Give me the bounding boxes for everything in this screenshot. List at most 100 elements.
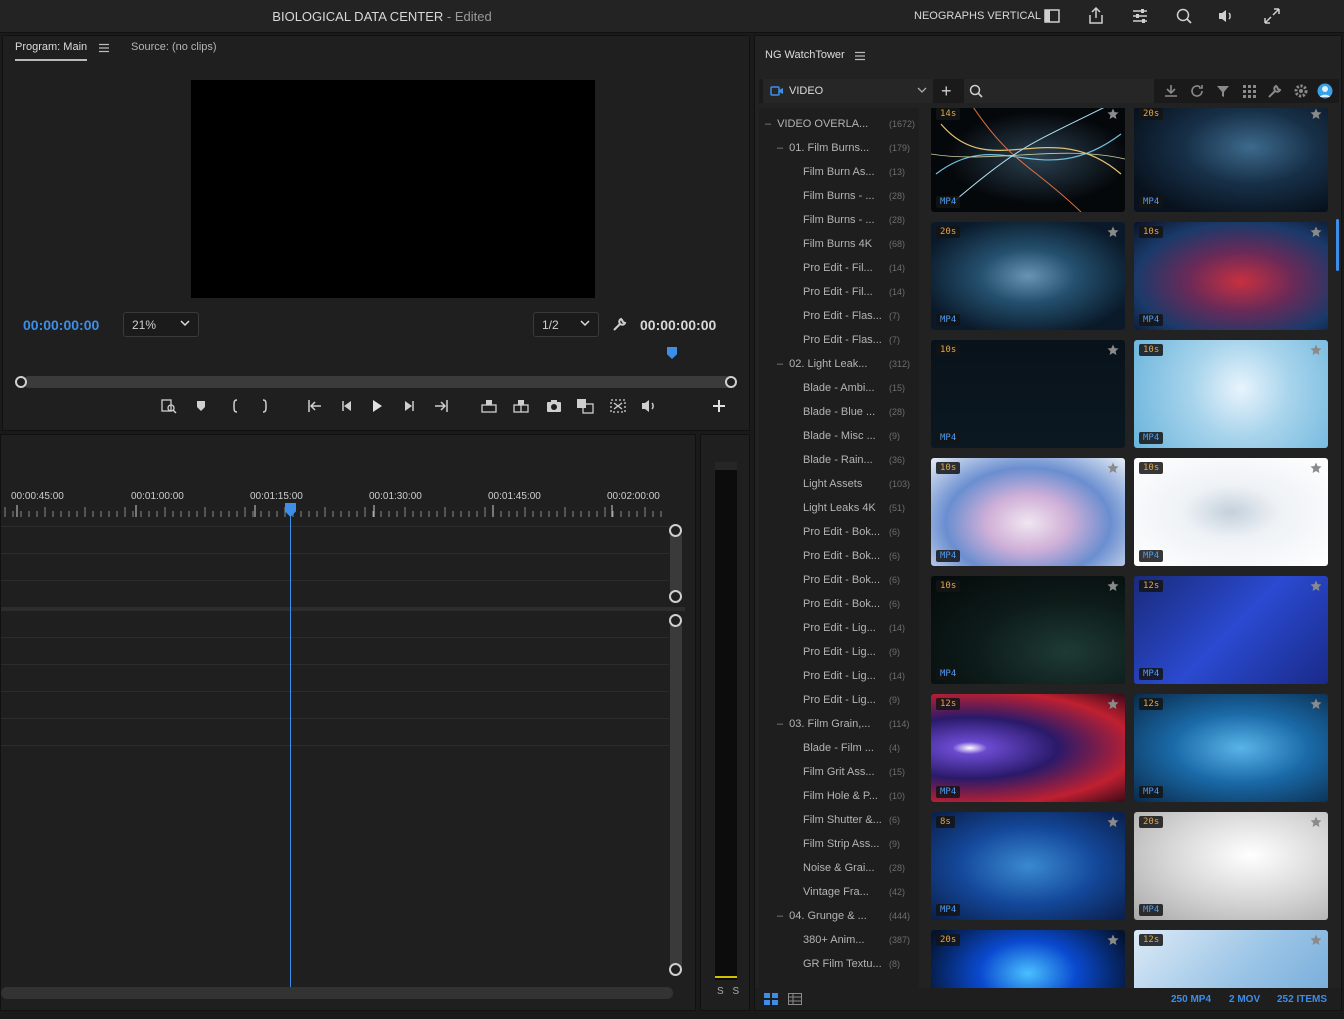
search-help-icon[interactable] <box>1174 6 1194 26</box>
add-marker-icon[interactable] <box>191 396 211 416</box>
favorite-star-icon[interactable] <box>1107 816 1119 828</box>
tree-item[interactable]: –01. Film Burns... (179) <box>777 142 917 166</box>
collapse-icon[interactable]: – <box>765 118 771 130</box>
tree-item[interactable]: Film Burns 4K (68) <box>803 238 917 262</box>
tree-item[interactable]: Pro Edit - Fil... (14) <box>803 262 917 286</box>
collapse-icon[interactable]: – <box>777 910 783 922</box>
wrench-icon[interactable] <box>1267 83 1283 99</box>
favorite-star-icon[interactable] <box>1107 108 1119 120</box>
user-avatar-icon[interactable] <box>1317 83 1333 99</box>
playhead-marker[interactable] <box>667 347 677 359</box>
tree-item[interactable]: Blade - Ambi... (15) <box>803 382 917 406</box>
favorite-star-icon[interactable] <box>1310 580 1322 592</box>
tree-item[interactable]: Film Burns - ... (28) <box>803 214 917 238</box>
audio-track[interactable] <box>1 745 669 746</box>
scrub-out-handle[interactable] <box>725 376 737 388</box>
list-view-icon[interactable] <box>788 993 802 1005</box>
collapse-icon[interactable]: – <box>777 142 783 154</box>
scrub-bar[interactable] <box>23 376 735 388</box>
tree-item[interactable]: Film Shutter &... (6) <box>803 814 917 838</box>
audio-track[interactable] <box>1 637 669 638</box>
panel-menu-icon[interactable] <box>855 51 865 61</box>
asset-thumbnail[interactable]: 12s MP4 <box>1134 576 1328 684</box>
mark-in-icon[interactable] <box>225 396 245 416</box>
asset-thumbnail[interactable]: 20s MP4 <box>1134 108 1328 212</box>
tree-item[interactable]: Blade - Misc ... (9) <box>803 430 917 454</box>
mark-out-icon[interactable] <box>255 396 275 416</box>
collapse-icon[interactable]: – <box>777 718 783 730</box>
asset-thumbnail[interactable]: 20s MP4 <box>931 222 1125 330</box>
tree-item[interactable]: Pro Edit - Flas... (7) <box>803 310 917 334</box>
workspace-panel-icon[interactable] <box>1042 6 1062 26</box>
asset-thumbnail[interactable]: 12s MP4 <box>1134 694 1328 802</box>
export-frame-icon[interactable] <box>544 396 564 416</box>
audio-tracks-scrollbar[interactable] <box>670 621 682 971</box>
tree-item[interactable]: Pro Edit - Bok... (6) <box>803 598 917 622</box>
tree-item[interactable]: Noise & Grai... (28) <box>803 862 917 886</box>
favorite-star-icon[interactable] <box>1107 226 1119 238</box>
tree-item[interactable]: Pro Edit - Lig... (14) <box>803 670 917 694</box>
favorite-star-icon[interactable] <box>1310 816 1322 828</box>
tree-item[interactable]: 380+ Anim... (387) <box>803 934 917 958</box>
tree-item[interactable]: Film Burn As... (13) <box>803 166 917 190</box>
asset-thumbnail[interactable]: 10s MP4 <box>1134 222 1328 330</box>
step-back-icon[interactable] <box>337 396 357 416</box>
tree-item[interactable]: – VIDEO OVERLA... (1672) <box>765 118 917 142</box>
workspace-name[interactable]: NEOGRAPHS VERTICAL <box>914 10 1041 22</box>
fullscreen-icon[interactable] <box>1262 6 1282 26</box>
video-track[interactable] <box>1 553 669 554</box>
favorite-star-icon[interactable] <box>1310 698 1322 710</box>
program-video-frame[interactable] <box>191 80 595 298</box>
favorite-star-icon[interactable] <box>1107 698 1119 710</box>
lift-icon[interactable] <box>479 396 499 416</box>
scroll-handle[interactable] <box>669 524 682 537</box>
play-icon[interactable] <box>367 396 387 416</box>
step-forward-icon[interactable] <box>399 396 419 416</box>
asset-thumbnail[interactable]: 14s MP4 <box>931 108 1125 212</box>
favorite-star-icon[interactable] <box>1310 462 1322 474</box>
scroll-handle[interactable] <box>669 963 682 976</box>
tree-item[interactable]: Film Grit Ass... (15) <box>803 766 917 790</box>
tree-item[interactable]: Pro Edit - Lig... (9) <box>803 694 917 718</box>
current-timecode[interactable]: 00:00:00:00 <box>23 317 99 333</box>
tree-item[interactable]: Light Leaks 4K (51) <box>803 502 917 526</box>
tree-item[interactable]: –03. Film Grain,... (114) <box>777 718 917 742</box>
tree-item[interactable]: Blade - Film ... (4) <box>803 742 917 766</box>
tab-source[interactable]: Source: (no clips) <box>131 41 217 53</box>
asset-thumbnail[interactable]: 10s MP4 <box>931 340 1125 448</box>
tree-item[interactable]: Pro Edit - Fil... (14) <box>803 286 917 310</box>
favorite-star-icon[interactable] <box>1107 462 1119 474</box>
favorite-star-icon[interactable] <box>1107 344 1119 356</box>
add-icon[interactable]: + <box>941 81 952 102</box>
tree-item[interactable]: Pro Edit - Bok... (6) <box>803 574 917 598</box>
tree-item[interactable]: Film Hole & P... (10) <box>803 790 917 814</box>
quick-menu-icon[interactable] <box>1130 6 1150 26</box>
volume-icon[interactable] <box>1216 6 1236 26</box>
video-track[interactable] <box>1 580 669 581</box>
asset-thumbnail[interactable]: 10s MP4 <box>931 576 1125 684</box>
tree-item[interactable]: Light Assets (103) <box>803 478 917 502</box>
collapse-icon[interactable]: – <box>777 358 783 370</box>
extract-icon[interactable] <box>511 396 531 416</box>
comparison-view-icon[interactable] <box>575 396 595 416</box>
grid-view-icon[interactable] <box>764 993 778 1005</box>
video-tracks-scrollbar[interactable] <box>670 531 682 597</box>
video-track[interactable] <box>1 526 669 527</box>
asset-thumbnail[interactable]: 10s MP4 <box>1134 340 1328 448</box>
tree-item[interactable]: Pro Edit - Bok... (6) <box>803 526 917 550</box>
category-select[interactable]: VIDEO <box>763 79 933 103</box>
scroll-handle[interactable] <box>669 614 682 627</box>
tab-program[interactable]: Program: Main <box>15 41 88 61</box>
filter-icon[interactable] <box>1215 83 1231 99</box>
tree-item[interactable]: –04. Grunge & ... (444) <box>777 910 917 934</box>
share-icon[interactable] <box>1086 6 1106 26</box>
favorite-star-icon[interactable] <box>1107 934 1119 946</box>
tree-item[interactable]: Vintage Fra... (42) <box>803 886 917 910</box>
track-divider[interactable] <box>1 607 685 611</box>
audio-track[interactable] <box>1 691 669 692</box>
favorite-star-icon[interactable] <box>1310 108 1322 120</box>
zoom-level-select[interactable]: 21% <box>123 312 199 337</box>
tree-item[interactable]: Pro Edit - Lig... (14) <box>803 622 917 646</box>
favorite-star-icon[interactable] <box>1310 226 1322 238</box>
tree-item[interactable]: Pro Edit - Flas... (7) <box>803 334 917 358</box>
